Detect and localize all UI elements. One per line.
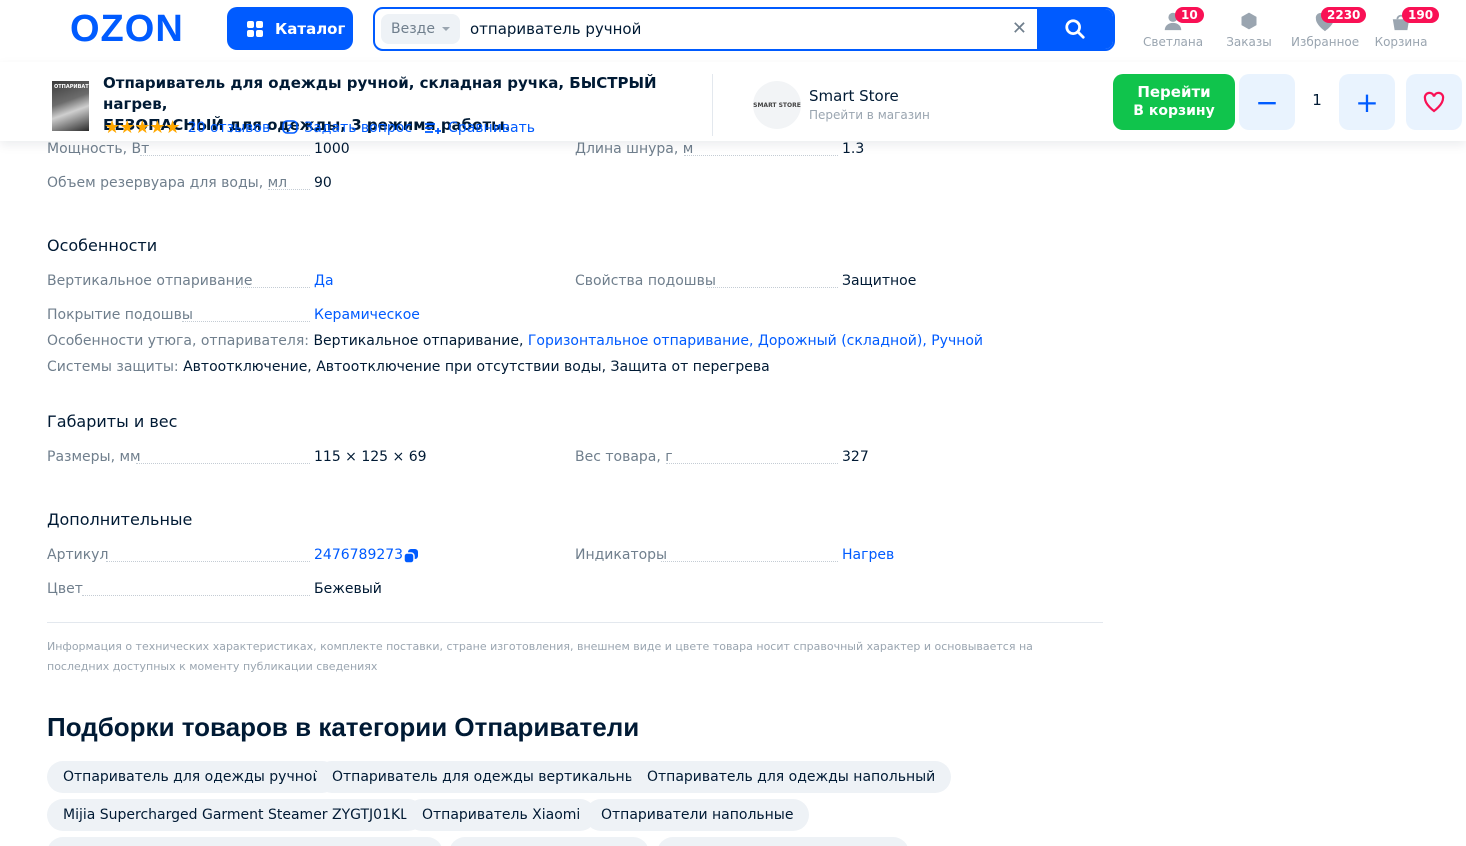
spec-row-article: Артикул 2476789273 Индикаторы Нагрев — [47, 547, 895, 564]
disclaimer-text: Информация о технических характеристиках… — [47, 640, 1033, 673]
product-meta: ★★★★★ 20 отзывов ? Задать вопрос Сравнив… — [104, 117, 547, 138]
decrease-quantity-button[interactable]: − — [1239, 74, 1295, 130]
divider — [712, 74, 713, 136]
site-header: OZON Каталог Везде ✕ Светлана 10 Заказы … — [0, 0, 1466, 60]
spec-row-vertical: Вертикальное отпаривание Да Свойства под… — [47, 273, 917, 289]
spec-row-sole-cover: Покрытие подошвы Керамическое — [47, 307, 420, 323]
spec-row-color: Цвет Бежевый — [47, 581, 382, 597]
collection-chip[interactable]: Отпариватель Xiaomi — [406, 799, 597, 831]
catalog-label: Каталог — [275, 19, 346, 38]
spec-row-iron-features: Особенности утюга, отпаривателя: Вертика… — [47, 333, 984, 349]
spec-link-handheld[interactable]: Ручной — [931, 333, 983, 349]
header-user[interactable]: Светлана 10 — [1143, 6, 1204, 49]
store-link[interactable]: Перейти в магазин — [809, 108, 930, 122]
increase-quantity-button[interactable]: + — [1339, 74, 1395, 130]
compare-icon — [425, 122, 442, 134]
collection-chip[interactable]: Отпариватель для одежды вертикальный — [316, 761, 661, 793]
quantity-value: 1 — [1312, 91, 1322, 109]
svg-text:?: ? — [287, 124, 292, 134]
rating-stars: ★★★★★ — [104, 117, 181, 138]
cart-badge: 190 — [1402, 7, 1440, 23]
heart-outline-icon — [1423, 91, 1445, 113]
spec-link-travel[interactable]: Дорожный (складной), — [758, 333, 927, 349]
ask-question-link[interactable]: ? Задать вопрос — [282, 120, 412, 136]
clear-search-icon[interactable]: ✕ — [1012, 18, 1027, 39]
header-favorites[interactable]: Избранное 2230 — [1291, 6, 1367, 49]
compare-link[interactable]: Сравнивать — [424, 120, 535, 136]
search-button[interactable] — [1037, 9, 1113, 49]
spec-link-vertical[interactable]: Да — [314, 273, 334, 289]
box-icon — [1241, 12, 1257, 30]
collection-chip[interactable]: Отпариватель для одежды ручной — [47, 761, 338, 793]
spec-link-ceramic[interactable]: Керамическое — [314, 307, 420, 323]
store-logo[interactable]: SMART STORE — [753, 81, 801, 129]
go-to-cart-button[interactable]: Перейти В корзину — [1113, 74, 1235, 130]
spec-link-heating[interactable]: Нагрев — [842, 547, 894, 563]
divider — [47, 622, 1103, 623]
section-title-additional: Дополнительные — [47, 510, 193, 529]
spec-row-protection: Системы защиты: Автоотключение, Автооткл… — [47, 359, 770, 375]
collection-chip[interactable]: Отпариватели напольные — [585, 799, 810, 831]
header-cart[interactable]: Корзина 190 — [1374, 6, 1440, 49]
reviews-link[interactable]: 20 отзывов — [188, 120, 271, 136]
catalog-grid-icon — [247, 20, 263, 37]
collections-title: Подборки товаров в категории Отпаривател… — [47, 712, 640, 742]
question-icon: ? — [282, 119, 299, 134]
user-badge: 10 — [1175, 7, 1204, 23]
spec-row-tank: Объем резервуара для воды, мл 90 — [47, 175, 332, 191]
chevron-down-icon — [441, 27, 450, 31]
svg-text:OZON: OZON — [70, 11, 184, 47]
article-number[interactable]: 2476789273 — [314, 547, 403, 563]
product-thumbnail[interactable]: ОТПАРИВАТЕЛЬ — [52, 81, 100, 131]
search-icon — [1065, 19, 1085, 39]
collection-chip-partial[interactable] — [657, 837, 909, 846]
collection-chip-partial[interactable] — [449, 837, 649, 846]
collection-chip[interactable]: Отпариватель для одежды напольный — [631, 761, 952, 793]
add-to-favorites-button[interactable] — [1406, 74, 1462, 130]
section-title-features: Особенности — [47, 236, 158, 255]
search-scope-select[interactable]: Везде — [381, 14, 460, 44]
copy-icon[interactable] — [403, 548, 419, 564]
collection-chip[interactable]: Mijia Supercharged Garment Steamer ZYGTJ… — [47, 799, 424, 831]
search-input[interactable] — [469, 20, 1010, 38]
ozon-logo[interactable]: OZON — [70, 11, 203, 47]
section-title-dimensions: Габариты и вес — [47, 412, 178, 431]
header-orders[interactable]: Заказы — [1226, 6, 1272, 49]
sticky-product-bar: ОТПАРИВАТЕЛЬ Отпариватель для одежды руч… — [0, 62, 1466, 141]
favorites-badge: 2230 — [1321, 7, 1367, 23]
spec-row-size: Размеры, мм 115 × 125 × 69 Вес товара, г… — [47, 449, 869, 465]
search-bar: Везде ✕ — [373, 7, 1115, 51]
collection-chip-partial[interactable] — [47, 837, 443, 846]
catalog-button[interactable]: Каталог — [227, 7, 353, 50]
store-name[interactable]: Smart Store — [809, 87, 899, 105]
spec-row-power: Мощность, Вт 1000 Длина шнура, м 1.3 — [47, 141, 865, 157]
spec-link-horizontal[interactable]: Горизонтальное отпаривание, — [528, 333, 754, 349]
